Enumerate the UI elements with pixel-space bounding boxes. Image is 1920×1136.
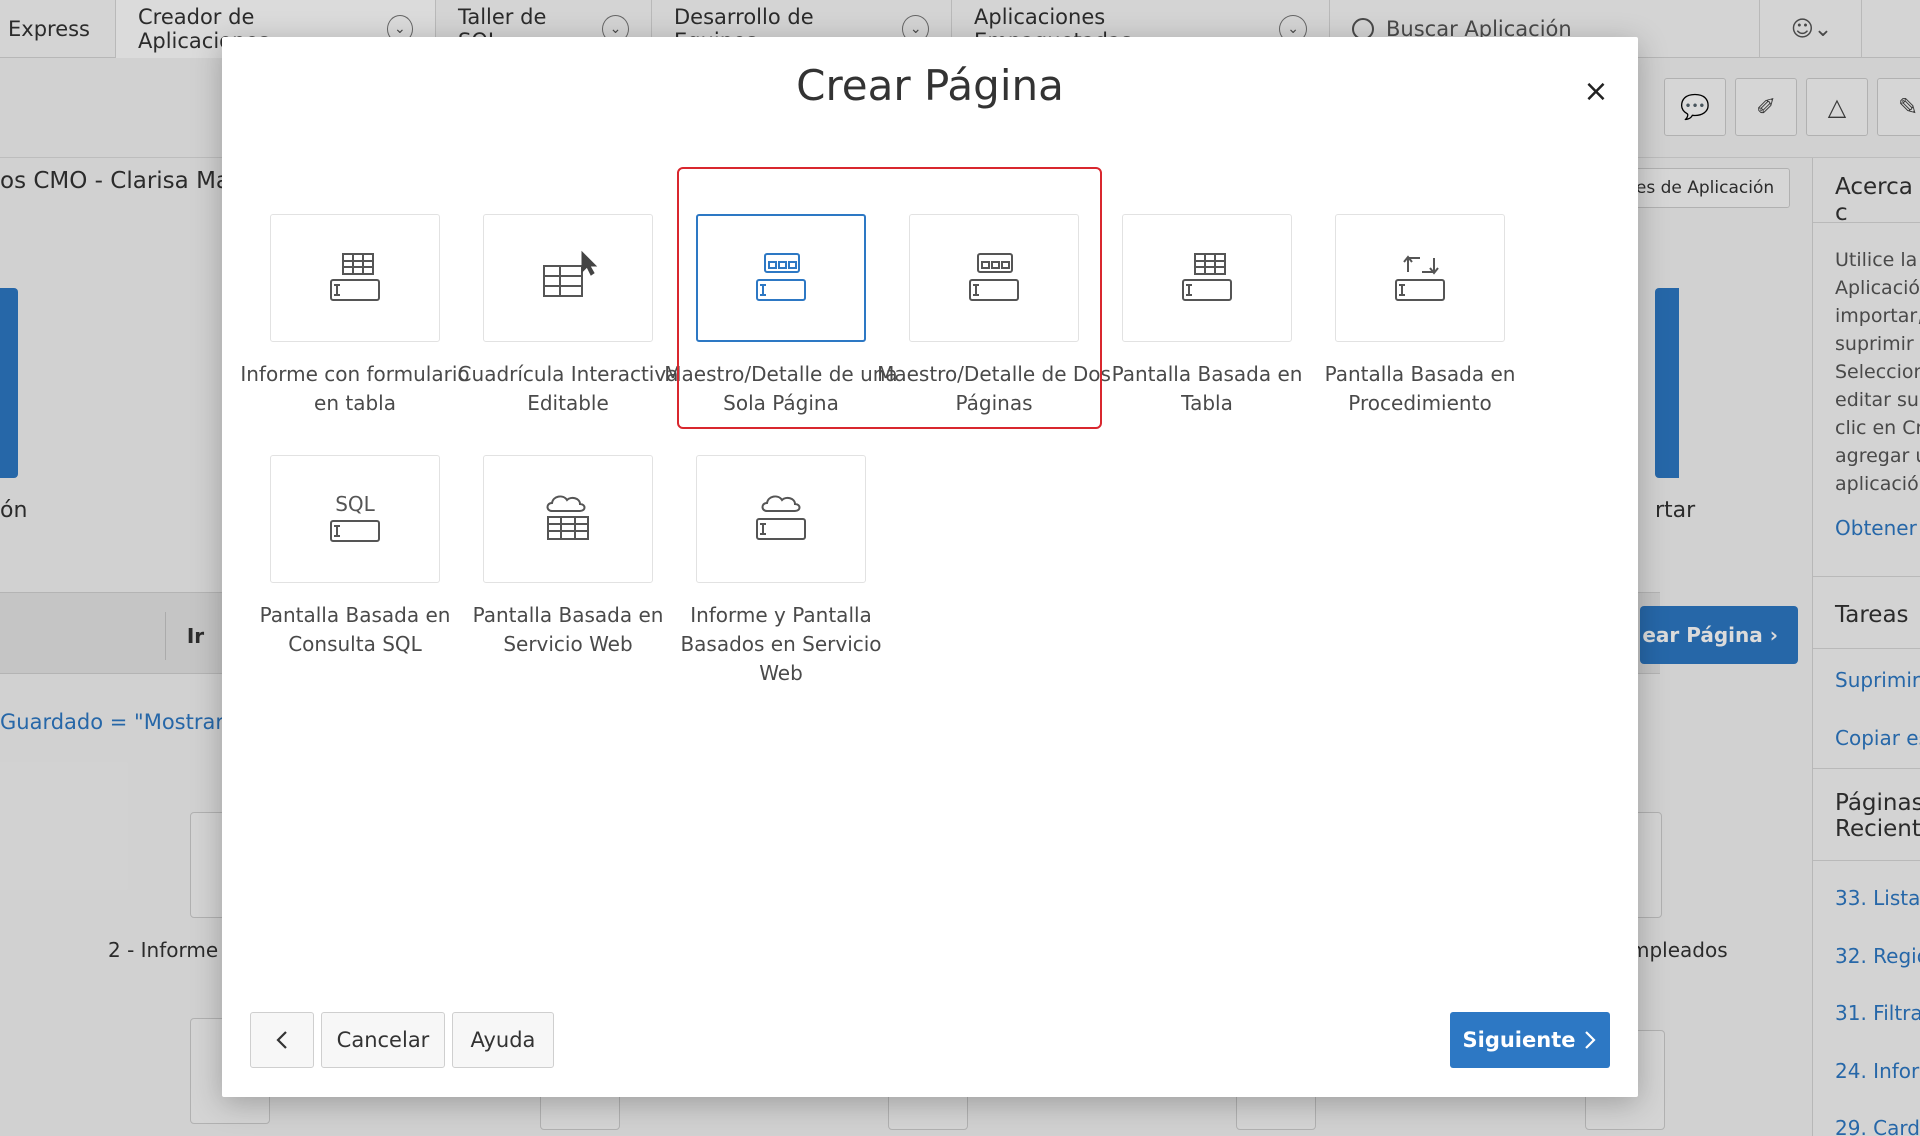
create-page-dialog: Crear Página × Informe con formulario en… — [222, 37, 1638, 1097]
option-label: Pantalla Basada en Tabla — [1111, 362, 1303, 415]
cloud-table-icon — [483, 455, 653, 583]
table-form-icon — [1122, 214, 1292, 342]
cancel-button[interactable]: Cancelar — [321, 1012, 445, 1068]
option-label: Cuadrícula Interactiva Editable — [457, 362, 679, 415]
editable-grid-icon — [483, 214, 653, 342]
highlight-annotation — [677, 167, 1102, 429]
chevron-right-icon — [1585, 1031, 1597, 1049]
option-label: Pantalla Basada en Procedimiento — [1324, 362, 1516, 415]
option-label: Pantalla Basada en Consulta SQL — [259, 603, 451, 656]
procedure-form-icon — [1335, 214, 1505, 342]
help-button[interactable]: Ayuda — [452, 1012, 554, 1068]
option-label: Informe y Pantalla Basados en Servicio W… — [680, 603, 882, 685]
dialog-title: Crear Página — [796, 61, 1064, 110]
option-label: Informe con formulario en tabla — [240, 362, 470, 415]
next-button-label: Siguiente — [1462, 1028, 1576, 1052]
close-icon[interactable]: × — [1576, 71, 1616, 111]
sql-icon-text: SQL — [335, 492, 375, 516]
back-button[interactable] — [250, 1012, 314, 1068]
chevron-left-icon — [276, 1031, 287, 1049]
table-form-icon — [270, 214, 440, 342]
next-button[interactable]: Siguiente — [1450, 1012, 1610, 1068]
cloud-form-icon — [696, 455, 866, 583]
sql-form-icon: SQL — [270, 455, 440, 583]
option-label: Pantalla Basada en Servicio Web — [472, 603, 664, 656]
